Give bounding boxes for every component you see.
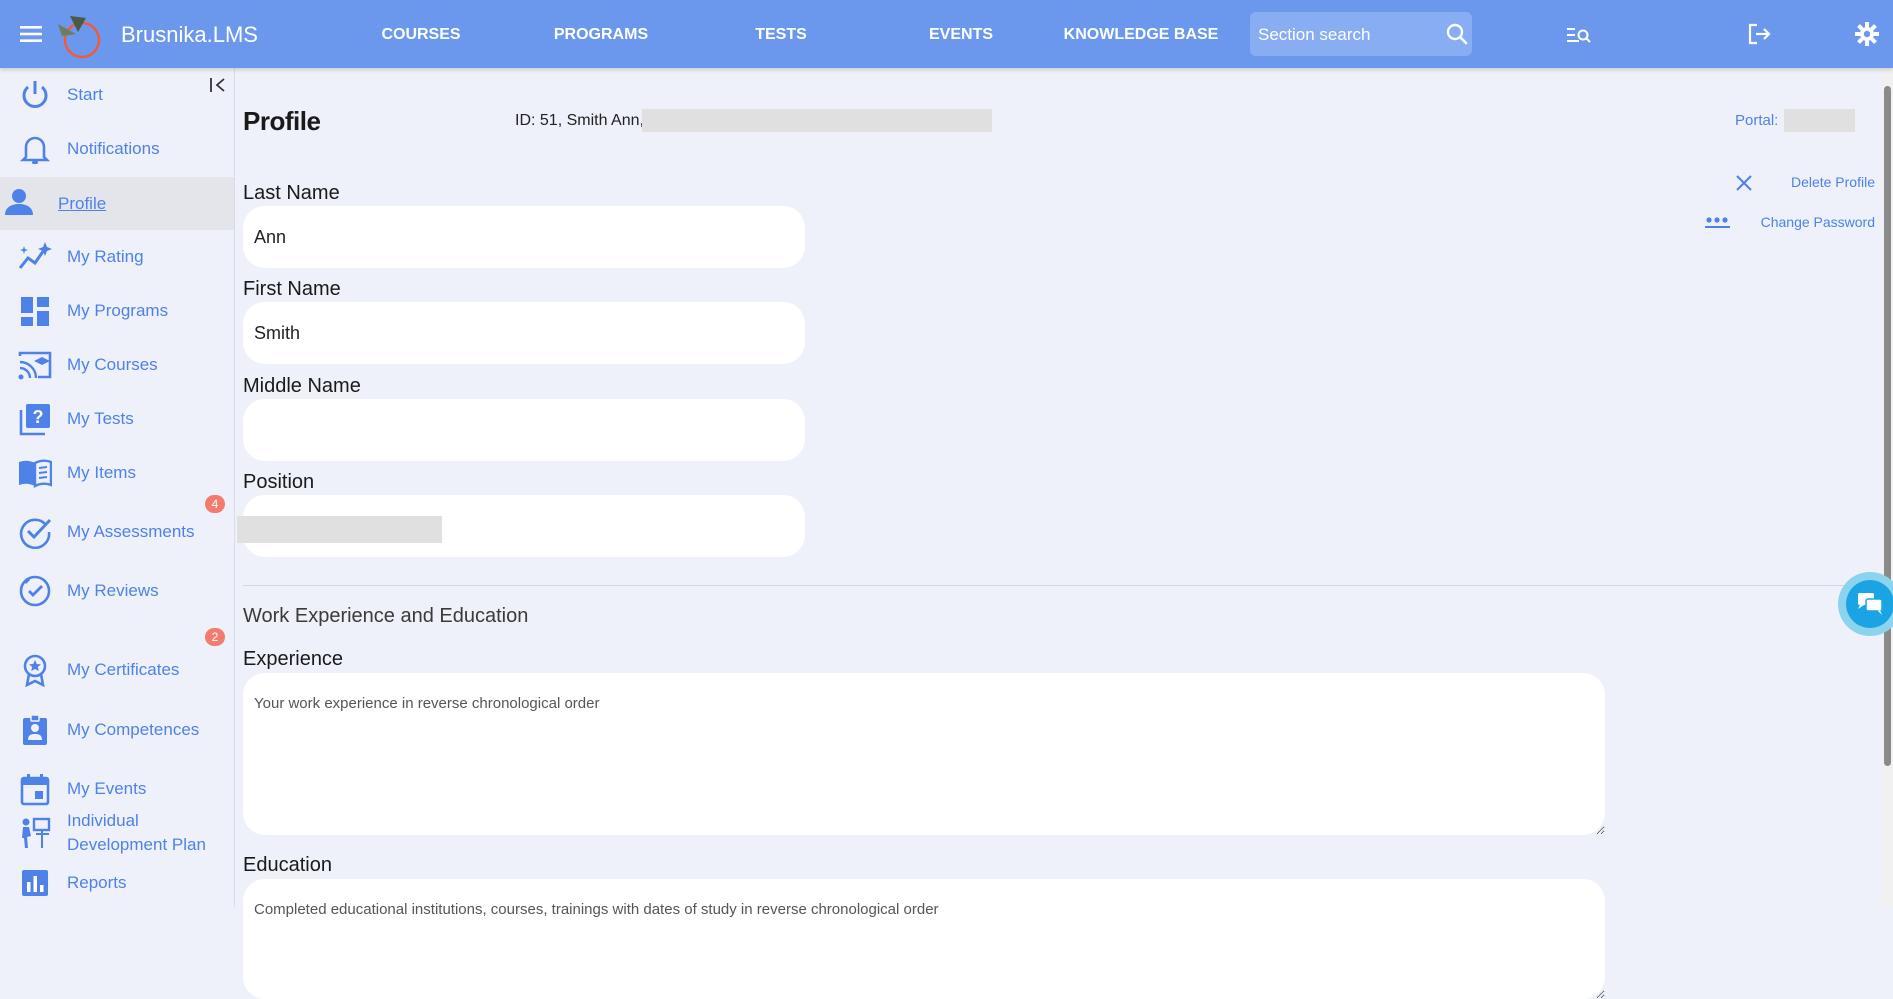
rating-chart-icon (18, 240, 52, 274)
reviews-count-badge: 2 (205, 628, 225, 646)
sidebar-item-my-items[interactable]: My Items (0, 448, 234, 498)
delete-profile-label: Delete Profile (1790, 174, 1875, 190)
sidebar-item-label: My Certificates (67, 660, 180, 679)
sidebar-item-reports[interactable]: Reports (0, 858, 234, 908)
person-icon (4, 187, 38, 221)
last-name-label: Last Name (243, 182, 340, 204)
chat-button[interactable] (1838, 572, 1893, 636)
section-search (1250, 12, 1472, 58)
work-education-section-title: Work Experience and Education (243, 605, 529, 627)
experience-textarea[interactable] (243, 673, 1605, 835)
sidebar-item-label: My Competences (67, 720, 200, 739)
nav-tests[interactable]: TESTS (755, 26, 807, 44)
portal-label: Portal: (1735, 112, 1779, 129)
page-title: Profile (243, 106, 321, 136)
book-icon (18, 456, 53, 490)
sidebar-item-my-programs[interactable]: My Programs (0, 286, 234, 336)
search-input[interactable] (1256, 12, 1440, 58)
dashboard-icon (18, 294, 52, 328)
sidebar-item-profile[interactable]: Profile (0, 177, 234, 230)
search-icon[interactable] (1446, 23, 1468, 50)
redacted-position (237, 516, 442, 543)
development-icon (18, 816, 52, 850)
award-icon (18, 653, 52, 688)
review-icon (18, 574, 52, 608)
sidebar-item-label: My Programs (67, 301, 169, 320)
check-circle-icon (18, 515, 52, 550)
nav-courses[interactable]: COURSES (381, 26, 460, 44)
education-textarea[interactable] (243, 879, 1605, 999)
sidebar-item-label: My Rating (67, 247, 144, 266)
sidebar-item-label: My Tests (67, 409, 134, 428)
nav-programs[interactable]: PROGRAMS (554, 26, 648, 44)
sidebar-item-start[interactable]: Start (0, 70, 234, 120)
brand-logo[interactable] (50, 10, 106, 60)
page-scrollbar[interactable] (1882, 68, 1893, 907)
sidebar-item-my-courses[interactable]: My Courses (0, 340, 234, 390)
chat-icon (1858, 593, 1884, 620)
section-divider (243, 585, 1875, 586)
nav-events[interactable]: EVENTS (929, 26, 993, 44)
last-name-input[interactable] (243, 206, 805, 268)
password-dots-icon (1705, 216, 1731, 235)
logout-icon[interactable] (1748, 23, 1772, 50)
sidebar-item-label: My Items (67, 463, 136, 482)
sidebar-item-label: My Courses (67, 355, 158, 374)
change-password-label: Change Password (1760, 214, 1875, 230)
nav-knowledge-base[interactable]: KNOWLEDGE BASE (1064, 26, 1219, 44)
change-password-button[interactable]: Change Password (1705, 212, 1875, 234)
sidebar-item-label: My Assessments (67, 522, 195, 541)
svg-text:?: ? (33, 407, 44, 427)
redacted-email (642, 109, 992, 132)
menu-icon[interactable] (20, 24, 42, 44)
close-icon (1735, 174, 1753, 197)
sidebar-item-label: Profile (58, 193, 107, 213)
bell-icon (18, 132, 52, 166)
profile-page: Profile ID: 51, Smith Ann, t Portal: Del… (235, 68, 1875, 999)
sidebar-item-my-reviews[interactable]: My Reviews (0, 566, 234, 616)
redacted-portal (1784, 109, 1855, 132)
cast-education-icon (18, 348, 52, 382)
sidebar-item-my-assessments[interactable]: My Assessments (0, 507, 234, 557)
power-icon (18, 78, 52, 112)
sidebar-item-notifications[interactable]: Notifications (0, 124, 234, 174)
sidebar-item-my-competences[interactable]: My Competences (0, 705, 234, 755)
experience-label: Experience (243, 648, 344, 670)
sidebar-item-label: Start (67, 85, 103, 104)
middle-name-input[interactable] (243, 399, 805, 461)
sidebar-item-my-rating[interactable]: My Rating (0, 232, 234, 282)
top-bar: Brusnika.LMS COURSES PROGRAMS TESTS EVEN… (0, 0, 1893, 68)
first-name-label: First Name (243, 278, 341, 300)
content-search-icon[interactable] (1566, 25, 1592, 50)
sidebar-item-my-certificates[interactable]: My Certificates (0, 645, 234, 695)
middle-name-label: Middle Name (243, 375, 361, 397)
education-label: Education (243, 854, 332, 876)
sidebar-item-label: Individual Development Plan (67, 811, 206, 854)
sidebar-item-label: My Reviews (67, 581, 159, 600)
bar-chart-icon (18, 866, 52, 900)
sidebar: Start Notifications Profile My Rating My… (0, 68, 235, 907)
first-name-input[interactable] (243, 302, 805, 364)
delete-profile-button[interactable]: Delete Profile (1735, 172, 1875, 194)
sidebar-item-label: Reports (67, 873, 127, 892)
settings-gear-icon[interactable] (1855, 22, 1879, 51)
quiz-icon: ? (18, 402, 52, 436)
sidebar-item-my-tests[interactable]: ? My Tests (0, 394, 234, 444)
scrollbar-thumb[interactable] (1884, 86, 1891, 766)
chat-button-inner (1846, 580, 1893, 628)
brand-name[interactable]: Brusnika.LMS (121, 22, 258, 48)
badge-person-icon (18, 713, 52, 747)
profile-id-line: ID: 51, Smith Ann, t (515, 112, 653, 129)
position-label: Position (243, 471, 315, 493)
sidebar-item-label: Notifications (67, 139, 160, 158)
position-input[interactable] (237, 495, 805, 557)
